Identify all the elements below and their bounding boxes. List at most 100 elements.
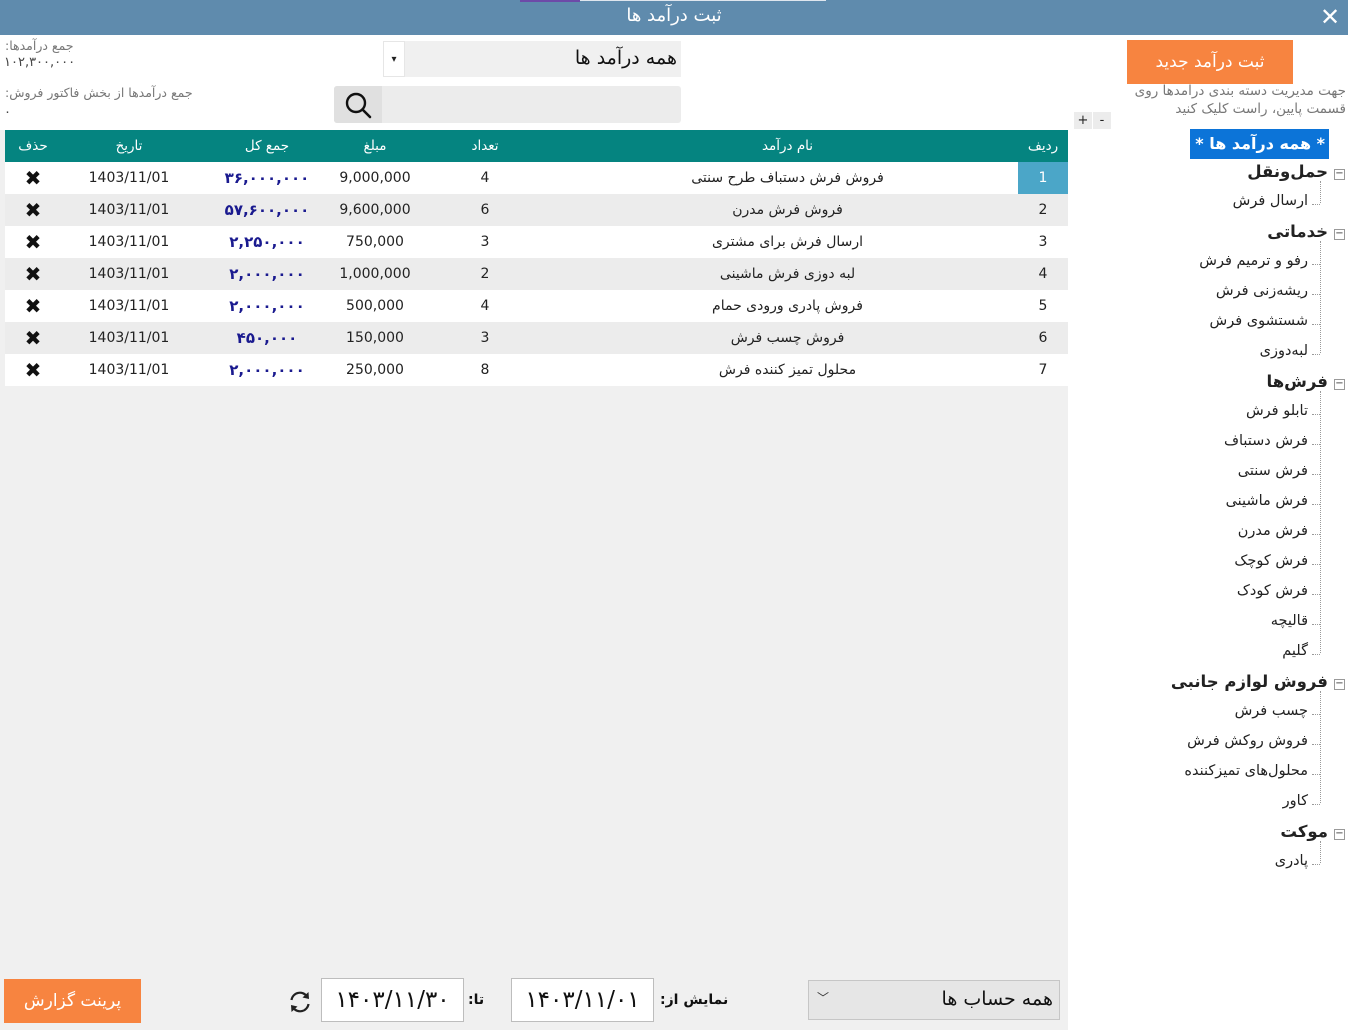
header-name[interactable]: نام درآمد [557, 130, 1018, 162]
tree-item[interactable]: فرش مدرن [1238, 523, 1308, 539]
delete-icon[interactable]: ✖ [5, 354, 61, 386]
delete-icon[interactable]: ✖ [5, 322, 61, 354]
tree-connector [1312, 474, 1320, 475]
tree-item[interactable]: فروش روکش فرش [1187, 733, 1308, 749]
search-icon[interactable] [334, 86, 382, 123]
header-row[interactable]: ردیف [1018, 130, 1068, 162]
tree-item[interactable]: فرش سنتی [1238, 463, 1308, 479]
cell-total: ۴۵۰,۰۰۰ [236, 329, 298, 347]
cell-row-index: 7 [1038, 362, 1048, 378]
cell-count: 2 [480, 266, 490, 282]
search-input[interactable] [384, 88, 676, 121]
header-delete[interactable]: حذف [5, 130, 61, 162]
tree-item[interactable]: رفو و ترمیم فرش [1199, 253, 1308, 269]
accounts-dropdown[interactable]: ﹀ همه حساب ها [808, 980, 1060, 1020]
tree-item[interactable]: تابلو فرش [1246, 403, 1308, 419]
cell-total: ۲,۰۰۰,۰۰۰ [229, 297, 305, 315]
tree-connector [1312, 804, 1320, 805]
table-row[interactable]: ✖ 1403/11/01 ۲,۰۰۰,۰۰۰ 250,000 8 محلول تمیز ک… [5, 354, 1068, 386]
tree-connector [1320, 241, 1321, 353]
tree-item[interactable]: قالیچه [1271, 613, 1308, 629]
tree-group[interactable]: فرش‌ها [1267, 372, 1328, 391]
tree-item[interactable]: ریشه‌زنی فرش [1216, 283, 1308, 299]
table-row[interactable]: ✖ 1403/11/01 ۲,۰۰۰,۰۰۰ 500,000 4 فروش پادری و… [5, 290, 1068, 322]
cell-date: 1403/11/01 [88, 266, 170, 282]
tree-group[interactable]: خدماتی [1267, 222, 1328, 241]
category-hint: جهت مدیریت دسته بندی درامدها روی قسمت پا… [1134, 83, 1346, 117]
table-row[interactable]: ✖ 1403/11/01 ۵۷,۶۰۰,۰۰۰ 9,600,000 6 فروش فرش … [5, 194, 1068, 226]
category-dropdown[interactable]: ▾ همه درآمد ها [383, 41, 681, 77]
tree-item[interactable]: فرش ماشینی [1226, 493, 1308, 509]
tree-item[interactable]: محلول‌های تمیزکننده [1184, 763, 1308, 779]
tree-item[interactable]: پادری [1275, 853, 1308, 869]
collapse-all-button[interactable]: - [1093, 112, 1111, 129]
cell-count: 8 [480, 362, 490, 378]
tree-item[interactable]: گلیم [1282, 643, 1308, 659]
delete-icon[interactable]: ✖ [5, 194, 61, 226]
table-row[interactable]: ✖ 1403/11/01 ۲,۲۵۰,۰۰۰ 750,000 3 ارسال فرش بر… [5, 226, 1068, 258]
chevron-down-icon[interactable]: ▾ [383, 41, 405, 77]
tree-collapse-icon[interactable]: − [1334, 229, 1345, 240]
header-count[interactable]: تعداد [413, 130, 557, 162]
tree-group[interactable]: موکت [1280, 822, 1328, 841]
delete-icon[interactable]: ✖ [5, 290, 61, 322]
tree-item[interactable]: ارسال فرش [1233, 193, 1308, 209]
expand-all-button[interactable]: + [1074, 112, 1092, 129]
cell-date: 1403/11/01 [88, 298, 170, 314]
table-row[interactable]: ✖ 1403/11/01 ۳۶,۰۰۰,۰۰۰ 9,000,000 4 فروش فرش … [5, 162, 1068, 194]
tree-connector [1320, 391, 1321, 653]
tree-group[interactable]: حمل‌ونقل [1247, 162, 1328, 181]
tree-item[interactable]: چسب فرش [1235, 703, 1308, 719]
tree-collapse-icon[interactable]: − [1334, 679, 1345, 690]
cell-date: 1403/11/01 [88, 202, 170, 218]
delete-icon[interactable]: ✖ [5, 162, 61, 194]
delete-icon[interactable]: ✖ [5, 226, 61, 258]
tree-collapse-icon[interactable]: − [1334, 829, 1345, 840]
tree-collapse-icon[interactable]: − [1334, 169, 1345, 180]
tree-root-all-incomes[interactable]: * همه درآمد ها * [1190, 129, 1329, 159]
title-accent [520, 0, 580, 2]
chevron-down-icon[interactable]: ﹀ [817, 989, 829, 1006]
cell-total: ۲,۰۰۰,۰۰۰ [229, 265, 305, 283]
cell-date: 1403/11/01 [88, 170, 170, 186]
date-from-field[interactable]: ۱۴۰۳/۱۱/۰۱ [511, 978, 654, 1022]
table-row[interactable]: ✖ 1403/11/01 ۴۵۰,۰۰۰ 150,000 3 فروش چسب فرش 6 [5, 322, 1068, 354]
print-report-button[interactable]: پرینت گزارش [4, 979, 141, 1023]
close-icon[interactable]: ✕ [1316, 3, 1344, 31]
cell-count: 3 [480, 234, 490, 250]
date-from-label: نمایش از: [660, 992, 729, 1008]
category-dropdown-value: همه درآمد ها [574, 47, 677, 69]
table-row[interactable]: ✖ 1403/11/01 ۲,۰۰۰,۰۰۰ 1,000,000 2 لبه دوزی ف… [5, 258, 1068, 290]
header-total[interactable]: جمع کل [197, 130, 337, 162]
tree-group[interactable]: فروش لوازم جانبی [1171, 672, 1328, 691]
new-income-button[interactable]: ثبت درآمد جدید [1127, 40, 1293, 84]
delete-icon[interactable]: ✖ [5, 258, 61, 290]
cell-count: 4 [480, 298, 490, 314]
tree-connector [1320, 691, 1321, 803]
tree-item[interactable]: فرش دستباف [1224, 433, 1308, 449]
cell-name: ارسال فرش برای مشتری [711, 234, 864, 250]
tree-collapse-icon[interactable]: − [1334, 379, 1345, 390]
tree-connector [1312, 594, 1320, 595]
tree-connector [1320, 841, 1321, 863]
tree-item[interactable]: فرش کودک [1237, 583, 1308, 599]
cell-row-index: 3 [1038, 234, 1048, 250]
refresh-icon[interactable] [287, 989, 313, 1015]
tree-item[interactable]: کاور [1283, 793, 1308, 809]
income-table: حذف تاریخ جمع کل مبلغ تعداد نام درآمد رد… [5, 130, 1068, 386]
title-accent-light [580, 0, 826, 1]
tree-connector [1312, 624, 1320, 625]
date-to-field[interactable]: ۱۴۰۳/۱۱/۳۰ [321, 978, 464, 1022]
header-amount[interactable]: مبلغ [337, 130, 413, 162]
tree-item[interactable]: شستشوی فرش [1210, 313, 1308, 329]
header-date[interactable]: تاریخ [61, 130, 197, 162]
table-header: حذف تاریخ جمع کل مبلغ تعداد نام درآمد رد… [5, 130, 1068, 162]
sales-income-value: ۰ [4, 105, 11, 120]
tree-item[interactable]: فرش کوچک [1234, 553, 1308, 569]
search-box[interactable] [334, 86, 681, 123]
tree-item[interactable]: لبه‌دوزی [1260, 343, 1308, 359]
tree-connector [1312, 414, 1320, 415]
tree-connector [1312, 444, 1320, 445]
tree-connector [1312, 204, 1320, 205]
cell-total: ۲,۲۵۰,۰۰۰ [229, 233, 305, 251]
